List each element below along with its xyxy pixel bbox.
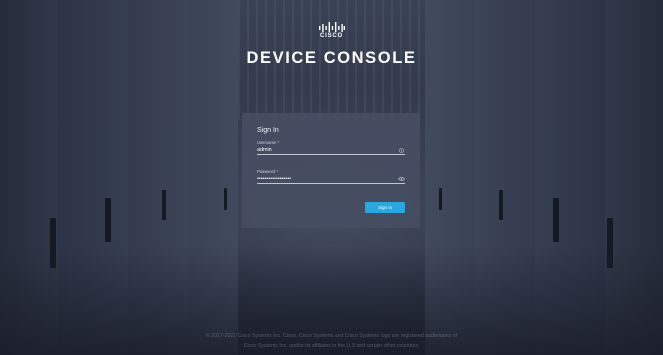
copyright-line-2: Cisco Systems Inc. and/or its affiliates… — [243, 343, 420, 349]
username-field-row — [257, 145, 405, 155]
cisco-bridge-bars-icon — [318, 22, 345, 32]
rack-slot — [105, 198, 111, 242]
rack-slot — [439, 188, 442, 210]
password-field-group: Password * — [257, 169, 405, 184]
copyright-line-1: © 2017-2021 Cisco Systems Inc. Cisco, Ci… — [206, 333, 457, 339]
rack-slot — [499, 190, 503, 220]
rack-slot — [224, 188, 227, 210]
password-input[interactable] — [257, 175, 387, 182]
info-circle-icon[interactable] — [398, 147, 405, 153]
page-title: DEVICE CONSOLE — [246, 49, 417, 67]
sign-in-title: Sign In — [257, 127, 279, 134]
username-input[interactable] — [257, 146, 387, 153]
username-field-group: Username * — [257, 140, 405, 155]
copyright-footer: © 2017-2021 Cisco Systems Inc. Cisco, Ci… — [0, 331, 663, 351]
cisco-logo-text: CISCO — [319, 33, 343, 39]
rack-slot — [553, 198, 559, 242]
eye-icon[interactable] — [398, 176, 405, 182]
sign-in-button[interactable]: Sign In — [365, 202, 405, 213]
rack-slot — [162, 190, 166, 220]
password-field-row — [257, 174, 405, 184]
cisco-logo: CISCO — [0, 22, 663, 39]
sign-in-card: Sign In Username * Password * — [242, 113, 420, 228]
